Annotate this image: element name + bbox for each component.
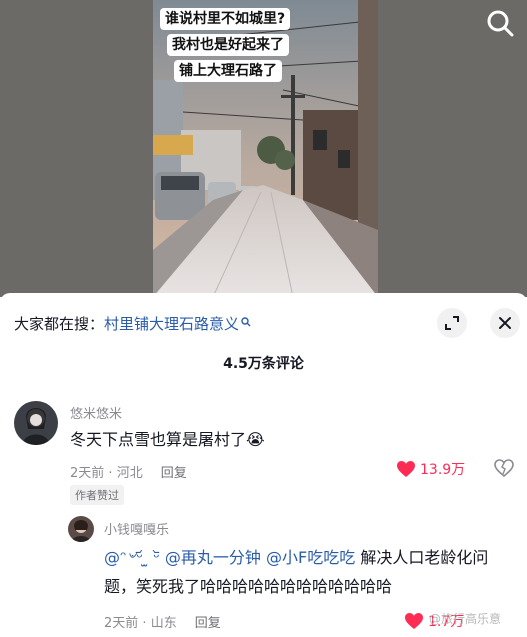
reply-button[interactable]: 回复 xyxy=(195,616,221,631)
mention-link[interactable]: @小F吃吃吃 xyxy=(266,548,355,567)
heart-filled-icon xyxy=(405,613,423,629)
broken-heart-icon xyxy=(494,459,514,478)
dislike-button[interactable] xyxy=(494,459,514,481)
expand-button[interactable] xyxy=(437,308,467,338)
mention-link[interactable]: @再丸一分钟 xyxy=(165,548,261,567)
comment-body: 冬天下点雪也算是屠村了 xyxy=(70,430,247,449)
comment-username[interactable]: 悠米悠米 xyxy=(70,403,122,422)
comment-text: 冬天下点雪也算是屠村了😭 xyxy=(70,425,265,454)
mention-link[interactable]: @ᵔ৺ᵕ᷄ ̫ ᵕ᷅ xyxy=(104,548,160,567)
comment-time: 2天前 xyxy=(104,616,139,631)
author-liked-badge: 作者赞过 xyxy=(70,485,124,505)
watermark: @旅行高乐意 xyxy=(428,612,501,626)
comment-meta: 2天前 · 山东 回复 xyxy=(104,616,221,631)
comment-location: 山东 xyxy=(150,616,177,631)
comment-count: 4.5万条评论 xyxy=(223,356,304,372)
comment-location: 河北 xyxy=(116,466,143,481)
video-player[interactable]: 谁说村里不如城里? 我村也是好起来了 铺上大理石路了 xyxy=(0,0,527,297)
comment-text: @ᵔ৺ᵕ᷄ ̫ ᵕ᷅ @再丸一分钟 @小F吃吃吃 解决人口老龄化问题，笑死我了哈… xyxy=(104,543,509,601)
caption-line-2: 我村也是好起来了 xyxy=(167,34,289,56)
comment-time: 2天前 xyxy=(70,466,105,481)
close-icon xyxy=(499,317,511,329)
reply-button[interactable]: 回复 xyxy=(161,466,187,481)
comment-meta: 2天前 · 河北 回复 xyxy=(70,466,187,481)
caption-line-1: 谁说村里不如城里? xyxy=(160,8,291,30)
like-button[interactable]: 13.9万 xyxy=(396,459,465,479)
comment-item: 悠米悠米 冬天下点雪也算是屠村了😭 2天前 · 河北 回复 13.9万 作者赞过 xyxy=(0,393,527,508)
hot-search-keyword[interactable]: 村里铺大理石路意义 xyxy=(104,315,239,333)
crying-emoji: 😭 xyxy=(246,430,265,449)
search-icon xyxy=(487,10,514,37)
like-count: 13.9万 xyxy=(420,462,466,478)
avatar[interactable] xyxy=(14,401,58,445)
comment-username[interactable]: 小钱嘎嘎乐 xyxy=(104,519,169,538)
expand-icon xyxy=(445,316,459,330)
hot-search-label: 大家都在搜： xyxy=(14,315,105,333)
hot-search-link[interactable]: 大家都在搜：村里铺大理石路意义 xyxy=(14,313,251,334)
heart-filled-icon xyxy=(397,461,415,477)
avatar[interactable] xyxy=(68,516,94,542)
caption-line-3: 铺上大理石路了 xyxy=(174,60,282,82)
close-button[interactable] xyxy=(490,308,520,338)
search-icon xyxy=(241,313,251,331)
comment-sheet: 大家都在搜：村里铺大理石路意义 4.5万条评论 悠米悠米 冬天下点雪也算是屠村了… xyxy=(0,293,527,637)
search-button[interactable] xyxy=(485,8,515,38)
